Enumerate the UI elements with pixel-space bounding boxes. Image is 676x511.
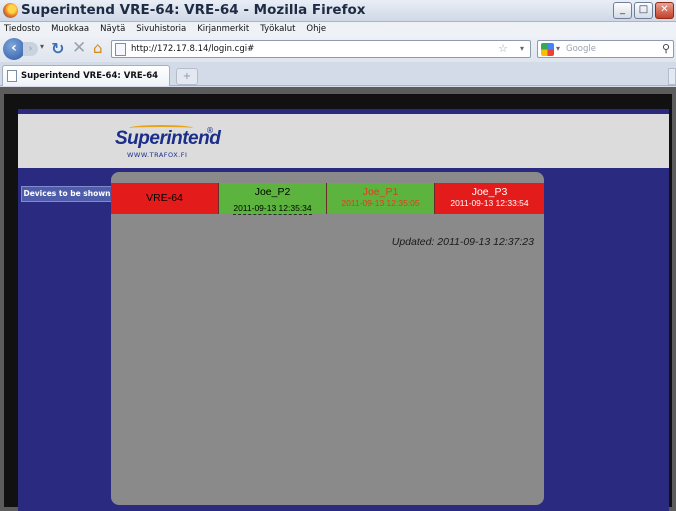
page-frame: Superintend ® WWW.TRAFOX.FI Devices to b… — [4, 94, 672, 511]
device-name: Joe_P3 — [471, 186, 508, 198]
forward-button[interactable]: › — [23, 42, 38, 56]
history-dropdown-icon[interactable]: ▾ — [40, 42, 44, 51]
device-timestamp: 2011-09-13 12:35:05 — [341, 198, 420, 208]
home-icon[interactable]: ⌂ — [93, 39, 103, 57]
logo-swoosh-icon — [129, 125, 193, 131]
search-icon[interactable]: ⚲ — [662, 42, 670, 55]
maximize-button[interactable]: □ — [634, 2, 653, 19]
device-vre-64[interactable]: VRE-64 — [111, 183, 219, 214]
page-icon — [7, 70, 17, 82]
device-list: VRE-64 Joe_P2 2011-09-13 12:35:34 Joe_P1… — [111, 183, 544, 215]
logo-subtitle: WWW.TRAFOX.FI — [127, 151, 188, 159]
device-joe-p3[interactable]: Joe_P3 2011-09-13 12:33:54 — [435, 183, 544, 214]
device-joe-p1[interactable]: Joe_P1 2011-09-13 12:35:05 — [327, 183, 435, 214]
window-title: Superintend VRE-64: VRE-64 - Mozilla Fir… — [21, 2, 366, 18]
minimize-button[interactable]: _ — [613, 2, 632, 19]
search-input[interactable]: Google — [566, 44, 596, 54]
address-bar[interactable]: http://172.17.8.14/login.cgi# ☆ ▾ — [111, 40, 531, 58]
firefox-icon — [3, 3, 18, 18]
tab-list-button[interactable] — [668, 68, 676, 85]
superintend-logo: Superintend ® WWW.TRAFOX.FI — [115, 125, 221, 159]
menu-help[interactable]: Ohje — [306, 22, 326, 36]
menu-edit[interactable]: Muokkaa — [51, 22, 89, 36]
browser-content: Superintend ® WWW.TRAFOX.FI Devices to b… — [0, 87, 676, 511]
stop-icon[interactable]: ✕ — [72, 38, 86, 58]
logo-registered: ® — [206, 126, 214, 135]
page-icon — [115, 43, 126, 56]
tab-label: Superintend VRE-64: VRE-64 — [21, 71, 159, 81]
new-tab-button[interactable]: + — [176, 68, 198, 85]
device-joe-p2[interactable]: Joe_P2 2011-09-13 12:35:34 — [219, 183, 327, 215]
page-header: Superintend ® WWW.TRAFOX.FI — [18, 114, 669, 168]
tab-superintend[interactable]: Superintend VRE-64: VRE-64 — [2, 65, 170, 86]
close-button[interactable]: ✕ — [655, 2, 674, 19]
navigation-toolbar: ‹ › ▾ ↻ ✕ ⌂ http://172.17.8.14/login.cgi… — [0, 36, 676, 62]
menu-file[interactable]: Tiedosto — [4, 22, 40, 36]
superintend-page: Superintend ® WWW.TRAFOX.FI Devices to b… — [18, 109, 669, 511]
device-timestamp: 2011-09-13 12:35:34 — [233, 203, 312, 215]
device-name: Joe_P2 — [254, 186, 291, 198]
window-controls: _ □ ✕ — [613, 2, 674, 19]
tab-strip: Superintend VRE-64: VRE-64 + — [0, 62, 676, 86]
address-url[interactable]: http://172.17.8.14/login.cgi# — [131, 44, 254, 54]
menu-tools[interactable]: Työkalut — [260, 22, 295, 36]
reload-icon[interactable]: ↻ — [51, 39, 64, 58]
google-icon[interactable] — [541, 43, 554, 56]
search-engine-dropdown-icon[interactable]: ▾ — [556, 44, 560, 53]
logo-name: Superintend — [115, 128, 221, 149]
updated-timestamp: Updated: 2011-09-13 12:37:23 — [391, 236, 534, 248]
back-button[interactable]: ‹ — [3, 38, 25, 60]
device-panel: VRE-64 Joe_P2 2011-09-13 12:35:34 Joe_P1… — [111, 172, 544, 505]
device-name: Joe_P1 — [362, 186, 399, 198]
search-bar[interactable]: ▾ Google ⚲ — [537, 40, 674, 58]
menu-view[interactable]: Näytä — [100, 22, 125, 36]
menu-history[interactable]: Sivuhistoria — [136, 22, 186, 36]
window-titlebar: Superintend VRE-64: VRE-64 - Mozilla Fir… — [0, 0, 676, 22]
device-name: VRE-64 — [146, 192, 183, 204]
menu-bookmarks[interactable]: Kirjanmerkit — [197, 22, 249, 36]
bookmark-star-icon[interactable]: ☆ — [498, 42, 508, 55]
device-timestamp: 2011-09-13 12:33:54 — [450, 198, 529, 208]
url-dropdown-icon[interactable]: ▾ — [520, 44, 524, 53]
devices-to-be-shown-button[interactable]: Devices to be shown — [21, 186, 113, 202]
menu-bar: Tiedosto Muokkaa Näytä Sivuhistoria Kirj… — [0, 22, 676, 36]
